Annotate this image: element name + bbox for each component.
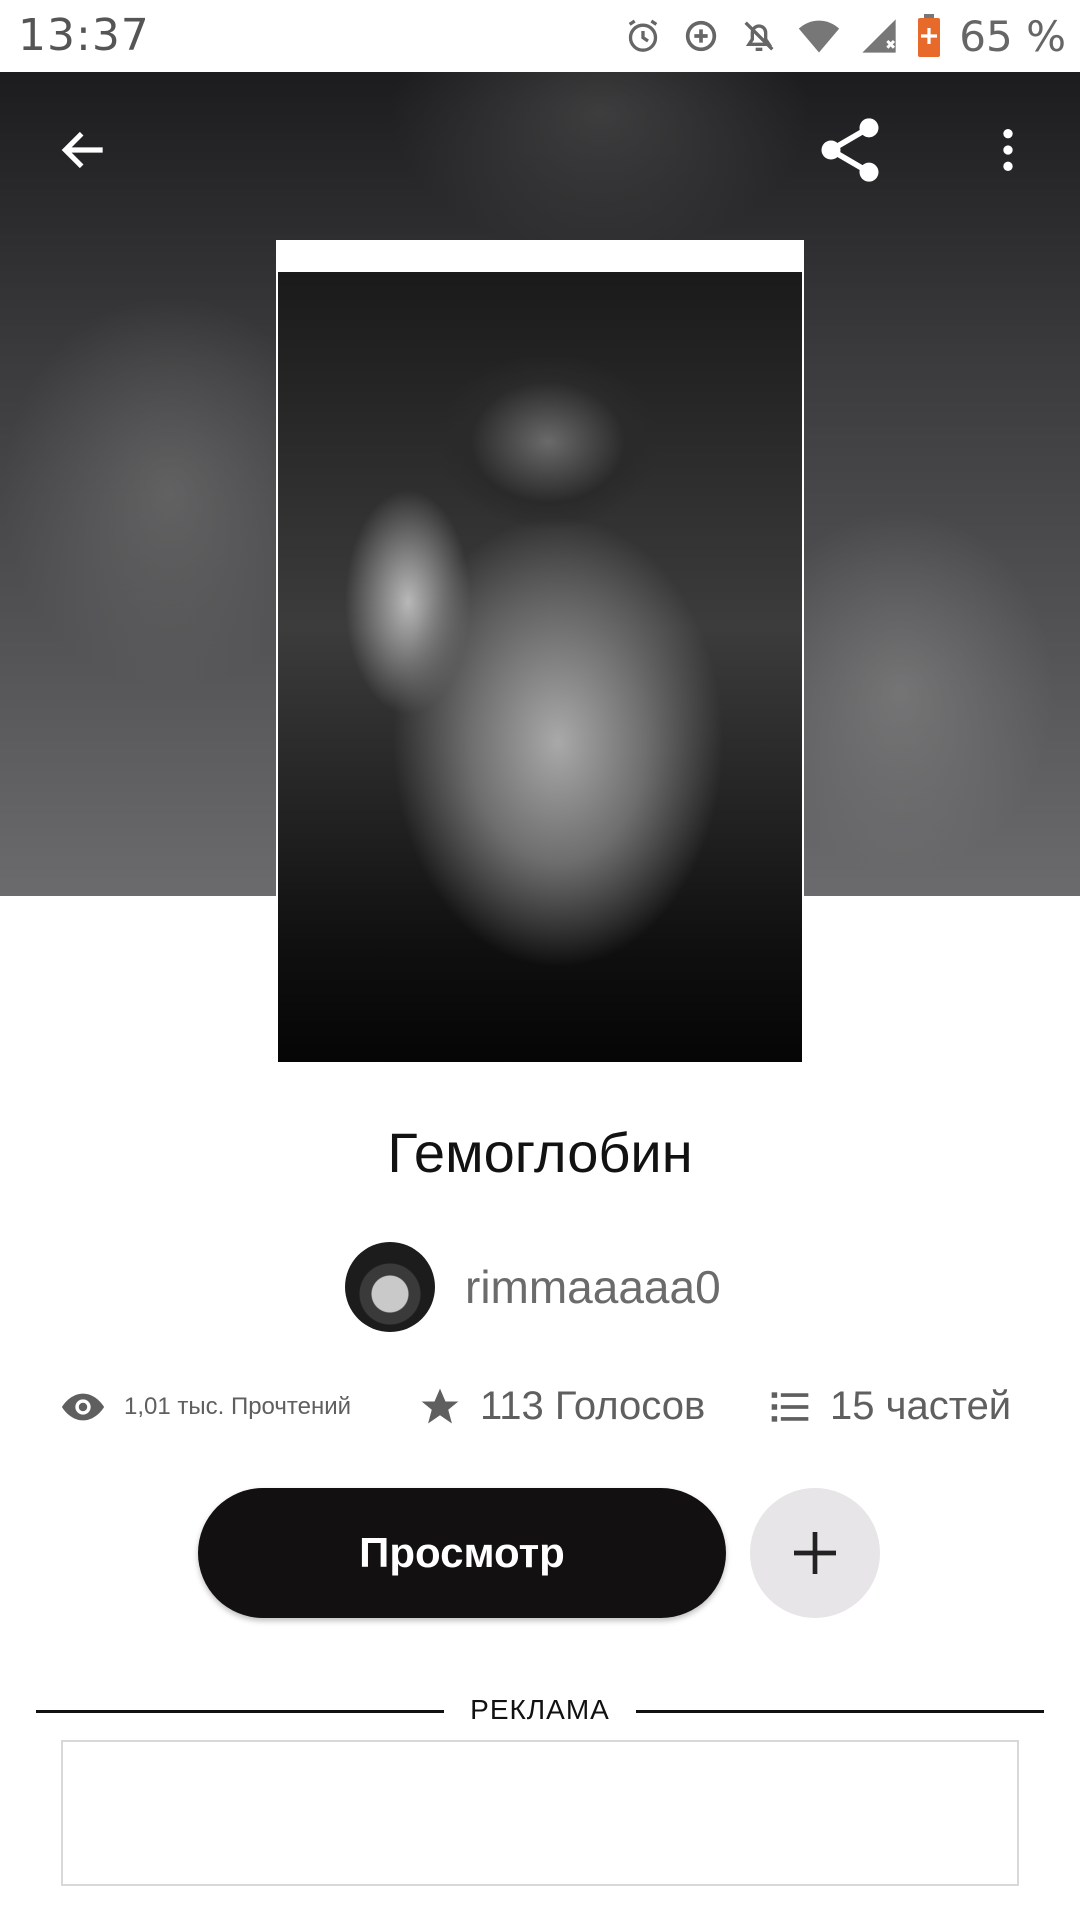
alarm-icon [629, 19, 658, 52]
mute-icon [744, 21, 774, 51]
story-stats: 1,01 тыс. Прочтений 113 Голосов 15 часте… [0, 1384, 1080, 1444]
story-title: Гемоглобин [387, 1121, 693, 1184]
signal-icon [862, 19, 896, 53]
ad-slot[interactable] [61, 1740, 1019, 1886]
status-time: 13:37 [18, 10, 150, 61]
share-icon [821, 118, 879, 182]
battery-icon [918, 14, 941, 57]
story-cover[interactable] [276, 240, 804, 1064]
reads-stat: 1,01 тыс. Прочтений [60, 1384, 351, 1430]
more-options-button[interactable] [968, 110, 1048, 190]
eye-icon [61, 1393, 105, 1421]
parts-stat: 15 частей [768, 1384, 1011, 1429]
arrow-back-icon [61, 131, 103, 169]
read-button[interactable]: Просмотр [198, 1488, 726, 1618]
share-button[interactable] [810, 110, 890, 190]
author-link[interactable]: rimmaaaaa0 [345, 1242, 721, 1332]
star-icon [421, 1388, 459, 1423]
add-to-library-button[interactable] [750, 1488, 880, 1618]
back-button[interactable] [44, 110, 124, 190]
battery-percent: 65 % [959, 11, 1066, 61]
author-name[interactable]: rimmaaaaa0 [465, 1260, 721, 1314]
list-icon [771, 1391, 809, 1422]
divider [636, 1710, 1044, 1713]
status-bar: 13:37 65 % [0, 0, 1080, 72]
votes-stat: 113 Голосов [418, 1384, 705, 1429]
plus-icon [794, 1532, 836, 1574]
reads-count: 1,01 тыс. Прочтений [124, 1393, 352, 1420]
avatar[interactable] [345, 1242, 435, 1332]
more-vert-icon [1003, 129, 1013, 171]
cover-photo [278, 272, 802, 1062]
wifi-icon [799, 20, 840, 53]
data-saver-icon [686, 20, 717, 52]
votes-count: 113 Голосов [480, 1384, 706, 1428]
parts-count: 15 частей [830, 1384, 1012, 1428]
status-icons: 65 % [623, 11, 1066, 61]
